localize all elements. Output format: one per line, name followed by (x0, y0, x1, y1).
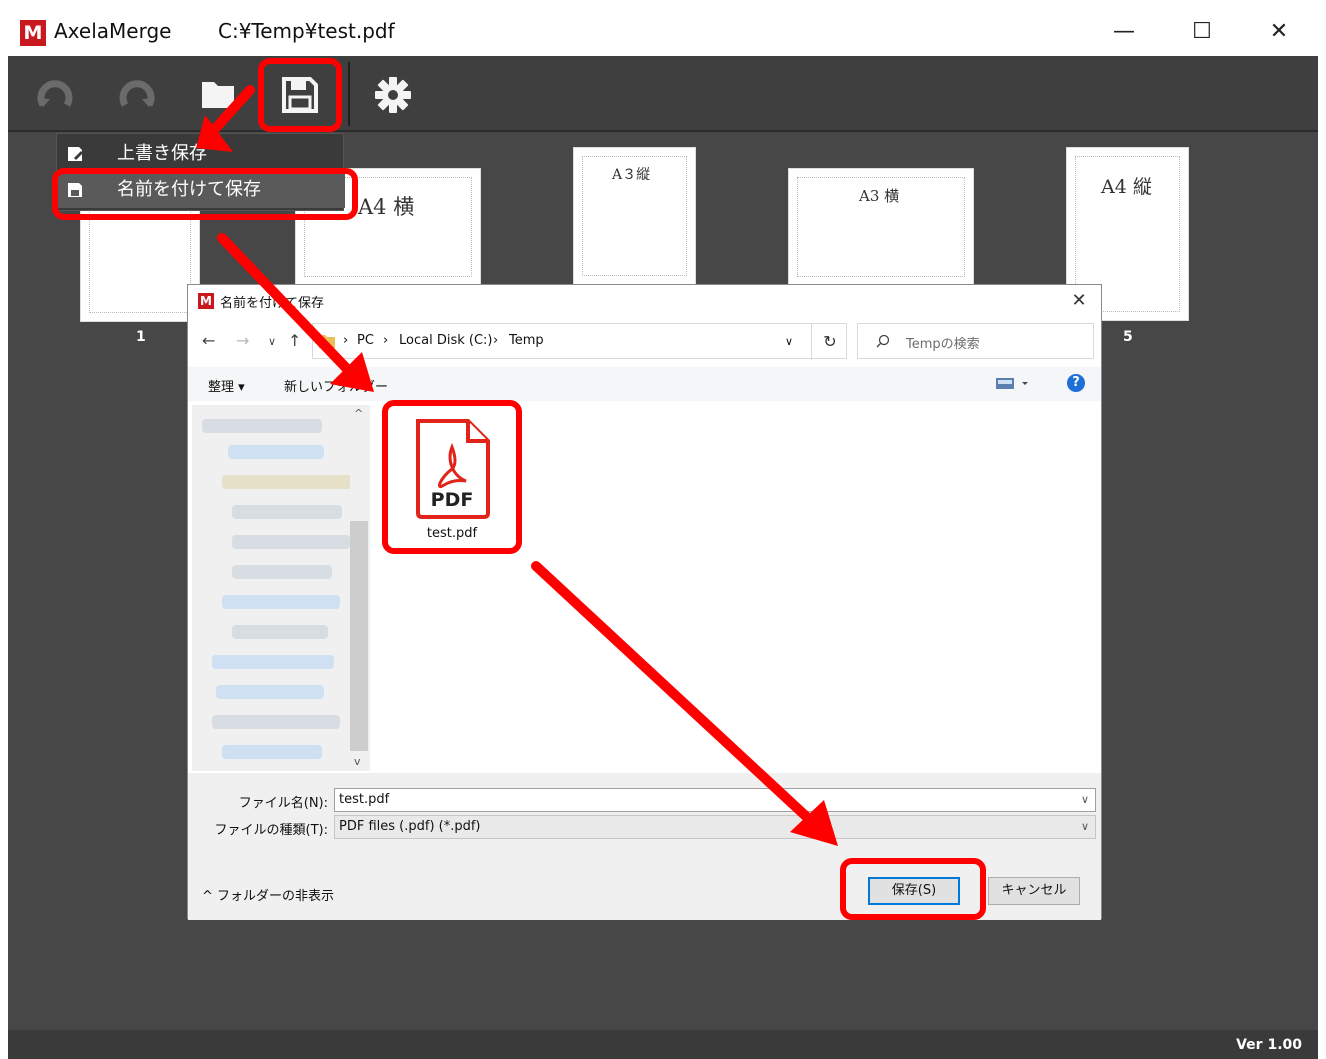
page-label: A3 横 (859, 187, 900, 205)
dialog-app-logo: M (198, 293, 214, 309)
filetype-label: ファイルの種類(T): (214, 823, 328, 838)
breadcrumb-temp[interactable]: Temp (509, 333, 544, 348)
breadcrumb-local-disk[interactable]: Local Disk (C:) (399, 333, 492, 348)
toolbar-separator (348, 62, 350, 126)
filetype-value: PDF files (.pdf) (*.pdf) (339, 819, 481, 834)
organize-button[interactable]: 整理 ▾ (208, 376, 245, 395)
rotate-right-icon[interactable] (116, 74, 158, 116)
annotation-highlight-save-button (840, 858, 986, 920)
chevron-down-icon[interactable]: ∨ (1081, 789, 1089, 811)
minimize-button[interactable]: — (1104, 14, 1144, 50)
filetype-select[interactable]: PDF files (.pdf) (*.pdf) ∨ (334, 815, 1096, 839)
folder-open-icon[interactable] (198, 74, 240, 116)
filename-value: test.pdf (339, 792, 390, 807)
page-thumbnail-4[interactable]: A3 横 (788, 168, 974, 286)
breadcrumb-separator: › (493, 333, 499, 348)
address-row: ← → ∨ ↑ › PC › Local Disk (C:) › Temp ∨ … (188, 323, 1101, 360)
status-bar: Ver 1.00 (8, 1030, 1318, 1059)
page-thumbnail-3[interactable]: A３縦 (573, 147, 696, 285)
chevron-up-icon: ^ (202, 889, 218, 904)
title-bar: M AxelaMerge C:¥Temp¥test.pdf — ☐ ✕ (0, 0, 1326, 56)
save-as-dialog: M 名前を付けて保存 ✕ ← → ∨ ↑ › PC › Local Disk (… (187, 284, 1102, 920)
maximize-button[interactable]: ☐ (1182, 14, 1222, 50)
chevron-down-icon[interactable]: ∨ (1081, 816, 1089, 838)
overwrite-save-icon (68, 147, 83, 161)
filename-label: ファイル名(N): (238, 796, 328, 811)
app-logo: M (20, 20, 46, 46)
dialog-title: 名前を付けて保存 (220, 296, 325, 311)
breadcrumb-separator: › (383, 333, 389, 348)
help-button[interactable]: ? (1067, 374, 1085, 392)
annotation-highlight-save-icon (258, 58, 342, 132)
scroll-down-icon[interactable]: v (354, 755, 361, 768)
page-number: 5 (1123, 329, 1133, 345)
address-dropdown-icon[interactable]: ∨ (785, 335, 793, 348)
search-icon (876, 334, 890, 348)
rotate-left-icon[interactable] (34, 74, 76, 116)
new-folder-button[interactable]: 新しいフォルダー (284, 376, 388, 395)
dialog-title-bar: M 名前を付けて保存 ✕ (188, 285, 1101, 317)
filename-input[interactable]: test.pdf ∨ (334, 788, 1096, 812)
page-number: 1 (136, 329, 146, 345)
annotation-highlight-file (382, 400, 522, 554)
refresh-button[interactable]: ↻ (811, 324, 848, 360)
page-label: A4 縦 (1101, 176, 1152, 198)
annotation-highlight-save-as (52, 168, 358, 220)
page-label: A３縦 (612, 167, 651, 183)
gear-icon[interactable] (372, 74, 414, 116)
dialog-close-button[interactable]: ✕ (1067, 289, 1091, 313)
menu-item-overwrite-save[interactable]: 上書き保存 (57, 136, 345, 172)
version-label: Ver 1.00 (1236, 1037, 1302, 1053)
up-folder-button[interactable]: ↑ (288, 331, 301, 350)
navigation-pane[interactable] (192, 405, 370, 771)
window-file-path: C:¥Temp¥test.pdf (218, 19, 395, 43)
view-options-icon[interactable] (996, 377, 1030, 391)
command-bar: 整理 ▾ 新しいフォルダー ? (188, 367, 1101, 401)
nav-scroll-thumb[interactable] (350, 521, 368, 751)
folder-icon (319, 335, 335, 348)
breadcrumb-pc[interactable]: PC (357, 333, 374, 348)
page-label: A4 横 (358, 195, 415, 219)
app-name: AxelaMerge (54, 19, 172, 43)
breadcrumb-separator: › (343, 333, 349, 348)
close-button[interactable]: ✕ (1259, 14, 1299, 50)
search-input[interactable]: Tempの検索 (906, 333, 980, 352)
menu-item-label: 上書き保存 (117, 143, 207, 164)
scroll-up-icon[interactable]: ^ (354, 407, 363, 420)
back-button[interactable]: ← (202, 331, 215, 350)
search-box[interactable]: Tempの検索 (857, 323, 1094, 359)
hide-folders-label: フォルダーの非表示 (217, 889, 335, 904)
cancel-button[interactable]: キャンセル (988, 877, 1080, 905)
forward-button[interactable]: → (236, 331, 249, 350)
address-bar[interactable]: › PC › Local Disk (C:) › Temp ∨ ↻ (312, 323, 848, 360)
hide-folders-toggle[interactable]: ^ フォルダーの非表示 (202, 885, 334, 904)
history-dropdown[interactable]: ∨ (268, 335, 276, 348)
